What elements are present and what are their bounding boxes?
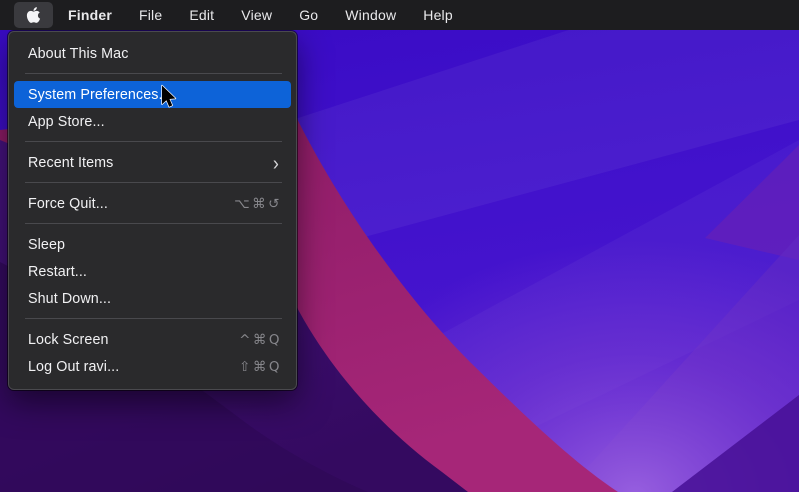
menu-item-app-store[interactable]: App Store...: [9, 108, 296, 135]
menu-item-log-out[interactable]: Log Out ravi... ⇧⌘Q: [9, 353, 296, 380]
apple-menu-dropdown: About This Mac System Preferences... App S…: [8, 31, 297, 390]
menu-item-lock-screen[interactable]: Lock Screen ^⌘Q: [9, 326, 296, 353]
apple-menu-button[interactable]: [14, 2, 53, 28]
menubar-item-edit[interactable]: Edit: [189, 7, 214, 23]
apple-icon: [26, 7, 41, 23]
menu-item-shortcut: ⌥⌘↺: [234, 195, 282, 212]
menubar-item-window[interactable]: Window: [345, 7, 396, 23]
menu-item-system-preferences[interactable]: System Preferences...: [14, 81, 291, 108]
menu-separator: [25, 141, 282, 142]
submenu-chevron-icon: ›: [272, 151, 279, 174]
menu-item-shortcut: ^⌘Q: [239, 331, 282, 348]
desktop: Finder File Edit View Go Window Help About Thi…: [0, 0, 799, 492]
menu-item-label: Sleep: [28, 236, 66, 253]
menu-separator: [25, 318, 282, 319]
menubar-item-view[interactable]: View: [241, 7, 272, 23]
menu-item-label: Log Out ravi...: [28, 358, 120, 375]
menu-item-label: Restart...: [28, 263, 87, 280]
menu-item-label: Lock Screen: [28, 331, 109, 348]
menu-item-label: System Preferences...: [28, 86, 171, 103]
menu-separator: [25, 73, 282, 74]
menu-item-label: About This Mac: [28, 45, 129, 62]
menu-item-force-quit[interactable]: Force Quit... ⌥⌘↺: [9, 190, 296, 217]
menu-item-label: App Store...: [28, 113, 105, 130]
menubar-items: Finder File Edit View Go Window Help: [68, 7, 480, 23]
menu-item-shortcut: ⇧⌘Q: [239, 358, 282, 375]
menu-separator: [25, 182, 282, 183]
menu-item-label: Recent Items: [28, 154, 114, 171]
menu-item-label: Force Quit...: [28, 195, 108, 212]
menubar-item-go[interactable]: Go: [299, 7, 318, 23]
menu-separator: [25, 223, 282, 224]
mouse-cursor: [161, 84, 177, 108]
menubar-item-file[interactable]: File: [139, 7, 162, 23]
menubar-item-help[interactable]: Help: [423, 7, 453, 23]
menubar-item-finder[interactable]: Finder: [68, 7, 112, 23]
menu-item-sleep[interactable]: Sleep: [9, 231, 296, 258]
menu-bar: Finder File Edit View Go Window Help: [0, 0, 799, 30]
menu-item-recent-items[interactable]: Recent Items ›: [9, 149, 296, 176]
menu-item-about-this-mac[interactable]: About This Mac: [9, 40, 296, 67]
menu-item-label: Shut Down...: [28, 290, 112, 307]
menu-item-restart[interactable]: Restart...: [9, 258, 296, 285]
menu-item-shut-down[interactable]: Shut Down...: [9, 285, 296, 312]
